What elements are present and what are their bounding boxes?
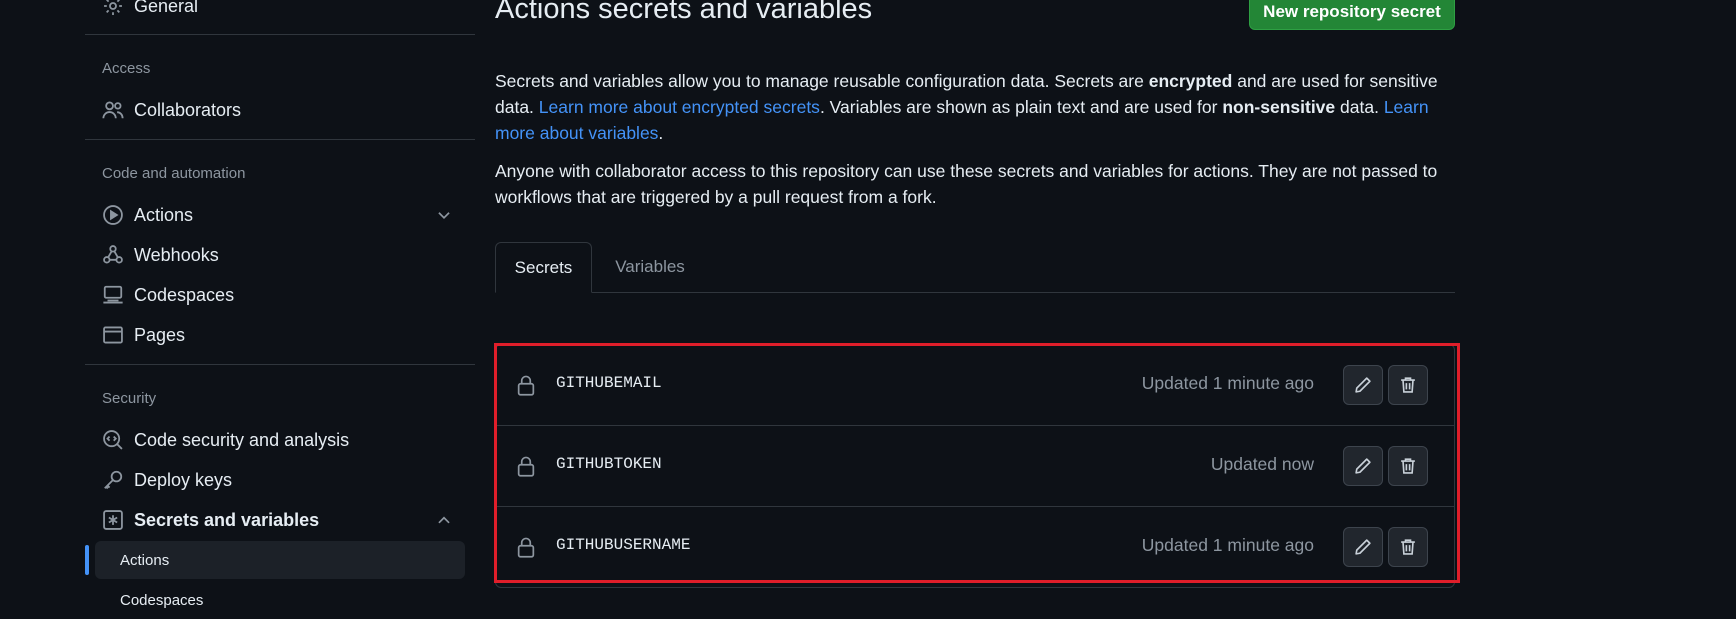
- sidebar-subitem-label: Actions: [120, 551, 170, 569]
- secret-updated: Updated now: [1210, 454, 1314, 474]
- sidebar-item-label: Deploy keys: [134, 469, 233, 490]
- sidebar-item-label: General: [134, 0, 199, 16]
- secret-updated: Updated 1 minute ago: [1141, 373, 1314, 393]
- sidebar-subitem-label: Codespaces: [120, 591, 204, 609]
- codescan-icon: [102, 429, 124, 451]
- sidebar-item-code-security[interactable]: Code security and analysis: [102, 422, 349, 458]
- intro-paragraph: Secrets and variables allow you to manag…: [495, 68, 1455, 146]
- edit-secret-button[interactable]: [1343, 527, 1383, 567]
- sidebar-item-label: Pages: [134, 324, 186, 345]
- notice-paragraph: Anyone with collaborator access to this …: [495, 161, 1438, 207]
- secret-name: GITHUBUSERNAME: [556, 536, 691, 554]
- secrets-list: GITHUBEMAIL Updated 1 minute ago GITHUBT…: [495, 344, 1455, 588]
- lock-icon: [517, 375, 535, 396]
- intro-text: . Variables are shown as plain text and …: [819, 97, 1223, 117]
- sidebar-item-label: Secrets and variables: [134, 509, 320, 530]
- sidebar-subitem-codespaces[interactable]: Codespaces: [95, 581, 465, 619]
- secret-name: GITHUBTOKEN: [556, 455, 662, 473]
- pencil-icon: [1355, 458, 1371, 474]
- sidebar-subitem-actions[interactable]: Actions: [95, 541, 465, 579]
- trash-icon: [1401, 458, 1415, 474]
- trash-icon: [1401, 377, 1415, 393]
- divider: [85, 139, 475, 140]
- chevron-up-icon[interactable]: [435, 511, 453, 529]
- gear-icon: [102, 0, 124, 17]
- sidebar-item-pages[interactable]: Pages: [102, 317, 185, 353]
- pencil-icon: [1355, 377, 1371, 393]
- section-header-access: Access: [102, 60, 151, 77]
- sidebar-item-actions[interactable]: Actions: [102, 197, 193, 233]
- asterisk-box-icon: [102, 509, 124, 531]
- codespaces-icon: [102, 284, 124, 306]
- intro-text: Secrets and variables allow you to manag…: [495, 71, 1149, 91]
- delete-secret-button[interactable]: [1388, 446, 1428, 486]
- sidebar-item-webhooks[interactable]: Webhooks: [102, 237, 219, 273]
- play-circle-icon: [102, 204, 124, 226]
- delete-secret-button[interactable]: [1388, 365, 1428, 405]
- people-icon: [102, 99, 124, 121]
- lock-icon: [517, 537, 535, 558]
- page-title: Actions secrets and variables: [495, 0, 873, 25]
- new-repository-secret-button[interactable]: New repository secret: [1249, 0, 1455, 30]
- lock-icon: [517, 456, 535, 477]
- secret-row: GITHUBTOKEN Updated now: [496, 426, 1454, 507]
- sidebar-item-collaborators[interactable]: Collaborators: [102, 92, 241, 128]
- webhook-icon: [102, 244, 124, 266]
- sidebar-item-codespaces[interactable]: Codespaces: [102, 277, 234, 313]
- tab-variables[interactable]: Variables: [592, 242, 708, 292]
- chevron-down-icon[interactable]: [435, 206, 453, 224]
- active-indicator: [85, 545, 89, 575]
- divider: [85, 34, 475, 35]
- pencil-icon: [1355, 539, 1371, 555]
- trash-icon: [1401, 539, 1415, 555]
- intro-bold-non-sensitive: non-sensitive: [1222, 97, 1336, 117]
- secret-row: GITHUBEMAIL Updated 1 minute ago: [496, 345, 1454, 426]
- key-icon: [102, 469, 124, 491]
- browser-icon: [102, 324, 124, 346]
- sidebar-item-label: Codespaces: [134, 284, 235, 305]
- sidebar-item-general[interactable]: General: [102, 0, 198, 24]
- edit-secret-button[interactable]: [1343, 446, 1383, 486]
- divider: [85, 364, 475, 365]
- tab-bar: Secrets Variables: [495, 242, 1455, 293]
- section-header-security: Security: [102, 390, 157, 407]
- intro-bold-encrypted: encrypted: [1148, 71, 1233, 91]
- intro-text: .: [658, 123, 664, 143]
- secret-name: GITHUBEMAIL: [556, 374, 662, 392]
- sidebar-item-secrets-variables[interactable]: Secrets and variables: [102, 502, 319, 538]
- section-header-code-automation: Code and automation: [102, 165, 246, 182]
- sidebar-item-label: Actions: [134, 204, 194, 225]
- sidebar-item-deploy-keys[interactable]: Deploy keys: [102, 462, 232, 498]
- sidebar-item-label: Collaborators: [134, 99, 242, 120]
- delete-secret-button[interactable]: [1388, 527, 1428, 567]
- tab-secrets[interactable]: Secrets: [495, 242, 592, 293]
- secret-updated: Updated 1 minute ago: [1141, 535, 1314, 555]
- learn-more-secrets-link[interactable]: Learn more about encrypted secrets: [539, 97, 820, 117]
- secret-row: GITHUBUSERNAME Updated 1 minute ago: [496, 507, 1454, 587]
- intro-text: data.: [1335, 97, 1384, 117]
- edit-secret-button[interactable]: [1343, 365, 1383, 405]
- sidebar-item-label: Code security and analysis: [134, 429, 350, 450]
- sidebar-item-label: Webhooks: [134, 244, 219, 265]
